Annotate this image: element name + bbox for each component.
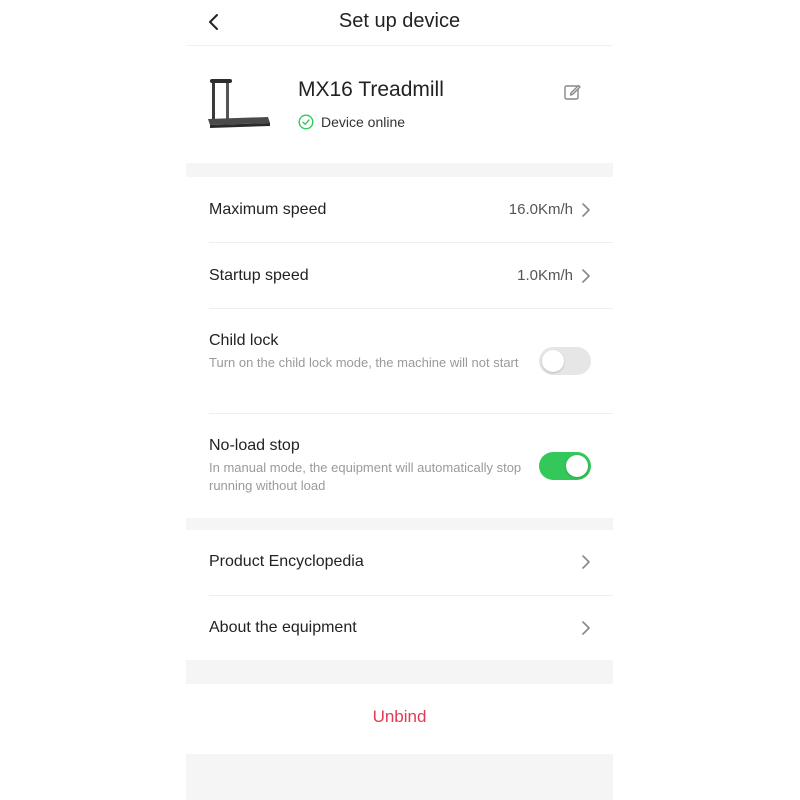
device-card: MX16 Treadmill Device online [186,47,613,163]
bottom-area [186,754,613,800]
no-load-stop-row: No-load stop In manual mode, the equipme… [186,414,613,518]
header: Set up device [186,0,613,46]
section-gap [186,660,613,684]
edit-name-button[interactable] [562,81,584,103]
toggle-knob [566,455,588,477]
product-encyclopedia-label: Product Encyclopedia [209,553,364,570]
max-speed-row[interactable]: Maximum speed 16.0Km/h [186,177,613,242]
startup-speed-label: Startup speed [209,267,309,284]
device-status-text: Device online [321,114,406,130]
settings-screen: Set up device MX16 Treadmill Device onli… [186,0,613,800]
startup-speed-value: 1.0Km/h [517,267,573,284]
no-load-stop-toggle[interactable] [539,452,591,480]
device-status: Device online [298,114,405,130]
chevron-right-icon [582,269,590,283]
max-speed-label: Maximum speed [209,201,327,218]
device-name: MX16 Treadmill [298,78,444,101]
no-load-stop-label: No-load stop [209,437,300,454]
chevron-right-icon [582,621,590,635]
section-gap [186,163,613,177]
max-speed-value: 16.0Km/h [508,201,573,218]
chevron-right-icon [582,555,590,569]
toggle-knob [542,350,564,372]
product-encyclopedia-row[interactable]: Product Encyclopedia [186,530,613,595]
section-gap [186,518,613,530]
check-circle-icon [298,114,314,130]
child-lock-toggle[interactable] [539,347,591,375]
no-load-stop-description: In manual mode, the equipment will autom… [209,460,522,493]
treadmill-image [208,79,270,128]
page-title: Set up device [338,10,461,32]
child-lock-label: Child lock [209,332,279,349]
child-lock-row: Child lock Turn on the child lock mode, … [186,309,613,413]
about-equipment-row[interactable]: About the equipment [186,596,613,660]
chevron-right-icon [582,203,590,217]
edit-icon [564,84,581,100]
about-equipment-label: About the equipment [209,619,357,636]
startup-speed-row[interactable]: Startup speed 1.0Km/h [186,243,613,308]
unbind-button[interactable]: Unbind [186,707,613,727]
child-lock-description: Turn on the child lock mode, the machine… [209,355,519,370]
